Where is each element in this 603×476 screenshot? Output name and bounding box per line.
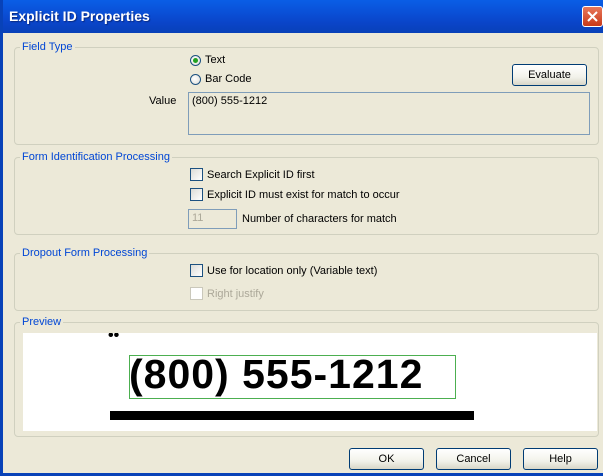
preview-selection-box [129,355,456,399]
field-type-legend: Field Type [22,41,73,53]
close-button[interactable] [582,6,603,27]
location-only-checkbox[interactable] [190,264,203,277]
radio-text-button[interactable] [190,54,201,66]
location-only-option[interactable]: Use for location only (Variable text) [190,264,377,277]
close-icon [587,11,598,22]
must-exist-checkbox[interactable] [190,188,203,201]
right-justify-label: Right justify [207,287,264,300]
right-justify-checkbox [190,287,203,300]
dialog-body: Field Type Text Bar Code Evaluate Value … [6,33,603,473]
title-bar: Explicit ID Properties [3,0,603,33]
radio-text-label: Text [205,54,226,66]
preview-legend: Preview [22,316,62,328]
dialog-window: Explicit ID Properties Field Type Text B… [0,0,603,476]
value-text: (800) 555-1212 [192,95,268,107]
must-exist-option[interactable]: Explicit ID must exist for match to occu… [190,188,400,201]
help-button[interactable]: Help [523,448,598,470]
num-chars-field[interactable]: 11 [188,209,237,229]
radio-text[interactable]: Text [190,54,225,66]
radio-selected-dot [193,57,198,63]
preview-underline-bar [110,411,474,420]
window-title: Explicit ID Properties [9,8,150,24]
search-first-checkbox[interactable] [190,168,203,181]
ok-button[interactable]: OK [349,448,424,470]
radio-barcode-label: Bar Code [205,73,252,85]
dropout-group: Dropout Form Processing [14,247,599,311]
radio-barcode-button[interactable] [190,73,201,85]
preview-top-fragment: •• [108,333,120,344]
location-only-label: Use for location only (Variable text) [207,264,378,277]
right-justify-option: Right justify [190,287,264,300]
search-first-option[interactable]: Search Explicit ID first [190,168,315,181]
num-chars-label: Number of characters for match [242,213,397,225]
evaluate-button[interactable]: Evaluate [512,64,587,86]
preview-image: •• (800) 555-1212 [23,333,597,431]
dropout-legend: Dropout Form Processing [22,247,148,259]
value-label: Value [149,95,177,107]
must-exist-label: Explicit ID must exist for match to occu… [207,188,400,201]
value-field[interactable]: (800) 555-1212 [188,92,590,135]
form-id-legend: Form Identification Processing [22,151,170,163]
radio-barcode[interactable]: Bar Code [190,73,251,85]
cancel-button[interactable]: Cancel [436,448,511,470]
num-chars-value: 11 [192,212,204,224]
search-first-label: Search Explicit ID first [207,168,315,181]
